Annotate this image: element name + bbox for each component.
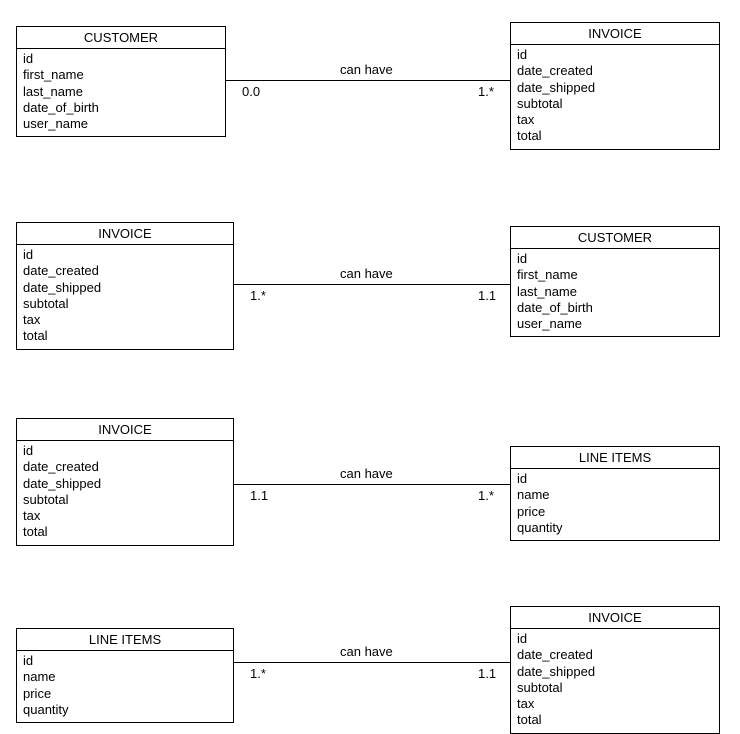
relationship-label: can have — [340, 466, 393, 481]
entity-customer: CUSTOMER id first_name last_name date_of… — [510, 226, 720, 337]
entity-invoice: INVOICE id date_created date_shipped sub… — [510, 606, 720, 734]
attr: first_name — [23, 67, 219, 83]
entity-attrs: id date_created date_shipped subtotal ta… — [511, 629, 719, 733]
attr: id — [23, 653, 227, 669]
attr: tax — [517, 112, 713, 128]
entity-title: INVOICE — [17, 223, 233, 245]
attr: date_shipped — [517, 664, 713, 680]
attr: first_name — [517, 267, 713, 283]
relationship-label: can have — [340, 266, 393, 281]
attr: tax — [23, 312, 227, 328]
attr: user_name — [517, 316, 713, 332]
multiplicity-right: 1.1 — [478, 666, 496, 681]
attr: date_created — [23, 263, 227, 279]
entity-attrs: id name price quantity — [511, 469, 719, 540]
entity-title: CUSTOMER — [17, 27, 225, 49]
attr: date_shipped — [517, 80, 713, 96]
relationship-line — [234, 284, 510, 285]
attr: date_created — [517, 647, 713, 663]
attr: id — [23, 443, 227, 459]
attr: date_of_birth — [23, 100, 219, 116]
attr: subtotal — [23, 296, 227, 312]
entity-invoice: INVOICE id date_created date_shipped sub… — [16, 418, 234, 546]
attr: id — [23, 51, 219, 67]
attr: quantity — [517, 520, 713, 536]
attr: date_created — [23, 459, 227, 475]
multiplicity-left: 1.* — [250, 288, 266, 303]
multiplicity-right: 1.* — [478, 488, 494, 503]
attr: total — [23, 524, 227, 540]
relationship-line — [234, 662, 510, 663]
multiplicity-left: 1.1 — [250, 488, 268, 503]
entity-invoice: INVOICE id date_created date_shipped sub… — [16, 222, 234, 350]
relationship-line — [234, 484, 510, 485]
attr: last_name — [517, 284, 713, 300]
attr: name — [23, 669, 227, 685]
attr: date_of_birth — [517, 300, 713, 316]
multiplicity-right: 1.1 — [478, 288, 496, 303]
entity-attrs: id date_created date_shipped subtotal ta… — [511, 45, 719, 149]
entity-title: CUSTOMER — [511, 227, 719, 249]
entity-attrs: id date_created date_shipped subtotal ta… — [17, 441, 233, 545]
entity-attrs: id first_name last_name date_of_birth us… — [511, 249, 719, 336]
attr: last_name — [23, 84, 219, 100]
multiplicity-right: 1.* — [478, 84, 494, 99]
attr: total — [517, 712, 713, 728]
entity-invoice: INVOICE id date_created date_shipped sub… — [510, 22, 720, 150]
attr: id — [517, 251, 713, 267]
attr: id — [517, 47, 713, 63]
entity-customer: CUSTOMER id first_name last_name date_of… — [16, 26, 226, 137]
relationship-label: can have — [340, 62, 393, 77]
attr: id — [517, 631, 713, 647]
attr: price — [517, 504, 713, 520]
attr: id — [517, 471, 713, 487]
attr: tax — [23, 508, 227, 524]
attr: user_name — [23, 116, 219, 132]
attr: date_shipped — [23, 280, 227, 296]
entity-attrs: id date_created date_shipped subtotal ta… — [17, 245, 233, 349]
attr: date_created — [517, 63, 713, 79]
multiplicity-left: 1.* — [250, 666, 266, 681]
attr: price — [23, 686, 227, 702]
entity-attrs: id first_name last_name date_of_birth us… — [17, 49, 225, 136]
entity-title: LINE ITEMS — [17, 629, 233, 651]
entity-title: INVOICE — [511, 23, 719, 45]
relationship-line — [226, 80, 510, 81]
entity-title: LINE ITEMS — [511, 447, 719, 469]
entity-lineitems: LINE ITEMS id name price quantity — [16, 628, 234, 723]
attr: date_shipped — [23, 476, 227, 492]
attr: id — [23, 247, 227, 263]
entity-attrs: id name price quantity — [17, 651, 233, 722]
attr: total — [23, 328, 227, 344]
entity-title: INVOICE — [17, 419, 233, 441]
relationship-label: can have — [340, 644, 393, 659]
entity-title: INVOICE — [511, 607, 719, 629]
entity-lineitems: LINE ITEMS id name price quantity — [510, 446, 720, 541]
multiplicity-left: 0.0 — [242, 84, 260, 99]
attr: subtotal — [23, 492, 227, 508]
attr: name — [517, 487, 713, 503]
attr: subtotal — [517, 680, 713, 696]
attr: subtotal — [517, 96, 713, 112]
attr: total — [517, 128, 713, 144]
